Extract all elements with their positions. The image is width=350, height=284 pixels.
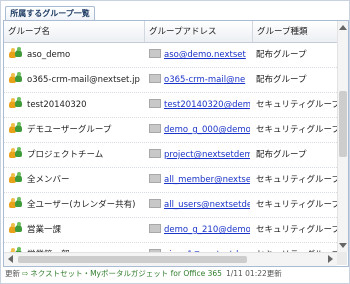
table-row[interactable]: 営業一課 demo_g_210@demo セキュリティグループ [4, 218, 337, 243]
scroll-down-arrow-icon[interactable] [339, 243, 347, 248]
group-name: 全メンバー [27, 175, 70, 185]
group-name-cell[interactable]: デモユーザーグループ [9, 118, 145, 142]
gadget-link[interactable]: ネクストセット・Myポータルガジェット for Office 365 [30, 269, 222, 278]
group-icon [9, 197, 24, 209]
scroll-right-arrow-icon[interactable] [328, 255, 333, 263]
group-name: 営業一課 [27, 225, 62, 235]
group-name: デモユーザーグループ [27, 125, 112, 135]
table-row[interactable]: test20140320 test20140320@dem セキュリティグループ [4, 93, 337, 118]
group-icon [9, 172, 24, 184]
group-icon [9, 72, 24, 84]
table-row[interactable]: 全メンバー all_member@nextse セキュリティグループ [4, 168, 337, 193]
group-address-cell: all_users@nextsetde [149, 193, 250, 217]
group-type-cell: セキュリティグループ [256, 125, 337, 135]
group-name-cell[interactable]: aso_demo [9, 43, 145, 67]
group-type-cell: 配布グループ [256, 75, 307, 85]
group-name: 全ユーザー(カレンダー共有) [27, 200, 136, 210]
group-type-cell: セキュリティグループ [256, 200, 337, 210]
update-label[interactable]: 更新 [5, 269, 20, 278]
group-type-cell: 配布グループ [256, 150, 307, 160]
group-table-panel: グループ名 グループアドレス グループ種類 aso_demo aso@demo.n… [3, 20, 349, 267]
scroll-left-arrow-icon[interactable] [8, 255, 13, 263]
tab-group-list[interactable]: 所属するグループ一覧 [5, 6, 95, 21]
group-address-link[interactable]: o365-crm-mail@ne [164, 75, 245, 85]
table-body: aso_demo aso@demo.nextset 配布グループ o365-crm-m… [4, 43, 337, 266]
table-row[interactable]: 全ユーザー(カレンダー共有) all_users@nextsetde セキュリティグ… [4, 193, 337, 218]
group-address-cell: test20140320@dem [149, 93, 250, 117]
group-type-cell: セキュリティグループ [256, 225, 337, 235]
horizontal-scrollbar[interactable] [4, 252, 337, 266]
group-name-cell[interactable]: 全ユーザー(カレンダー共有) [9, 193, 145, 217]
group-icon [9, 122, 24, 134]
arrow-right-icon: ⇨ [22, 269, 29, 278]
table-header: グループ名 グループアドレス グループ種類 [4, 21, 337, 43]
table-row[interactable]: aso_demo aso@demo.nextset 配布グループ [4, 43, 337, 68]
horizontal-scroll-thumb[interactable] [18, 256, 247, 263]
mail-icon [149, 149, 161, 158]
vertical-scroll-thumb[interactable] [339, 91, 347, 157]
table-row[interactable]: デモユーザーグループ demo_g_000@demo セキュリティグループ [4, 118, 337, 143]
group-address-link[interactable]: all_member@nextse [164, 175, 250, 185]
mail-icon [149, 224, 161, 233]
group-icon [9, 222, 24, 234]
group-address-cell: aso@demo.nextset [149, 43, 250, 67]
mail-icon [149, 49, 161, 58]
table-row[interactable]: プロジェクトチーム project@nextsetdem 配布グループ [4, 143, 337, 168]
mail-icon [149, 199, 161, 208]
mail-icon [149, 124, 161, 133]
vertical-scrollbar[interactable] [337, 21, 348, 252]
group-name-cell[interactable]: test20140320 [9, 93, 145, 117]
group-name-cell[interactable]: o365-crm-mail@nextset.jp [9, 68, 145, 92]
group-address-link[interactable]: all_users@nextsetde [164, 200, 250, 210]
group-name-cell[interactable]: プロジェクトチーム [9, 143, 145, 167]
gadget-footer: 更新 ⇨ ネクストセット・Myポータルガジェット for Office 365 1/1… [5, 268, 282, 280]
group-type-cell: セキュリティグループ [256, 100, 337, 110]
group-address-link[interactable]: aso@demo.nextset [164, 50, 246, 60]
group-address-cell: demo_g_000@demo [149, 118, 250, 142]
scroll-up-arrow-icon[interactable] [339, 25, 347, 30]
mail-icon [149, 74, 161, 83]
gadget-frame: 所属するグループ一覧 グループ名 グループアドレス グループ種類 aso_dem… [0, 0, 350, 284]
column-header-group-address[interactable]: グループアドレス [145, 21, 253, 42]
group-address-cell: demo_g_210@demo [149, 218, 250, 242]
group-name-cell[interactable]: 全メンバー [9, 168, 145, 192]
group-address-link[interactable]: demo_g_210@demo [164, 225, 250, 235]
group-icon [9, 97, 24, 109]
group-name: test20140320 [27, 100, 87, 110]
group-name: aso_demo [27, 50, 71, 60]
group-name: o365-crm-mail@nextset.jp [27, 75, 140, 85]
mail-icon [149, 174, 161, 183]
group-address-link[interactable]: test20140320@dem [164, 100, 250, 110]
table-row[interactable]: o365-crm-mail@nextset.jp o365-crm-mail@ne… [4, 68, 337, 93]
group-address-link[interactable]: demo_g_000@demo [164, 125, 250, 135]
group-address-link[interactable]: project@nextsetdem [164, 150, 250, 160]
column-header-group-name[interactable]: グループ名 [4, 21, 145, 42]
group-name-cell[interactable]: 営業一課 [9, 218, 145, 242]
group-icon [9, 147, 24, 159]
group-icon [9, 47, 24, 59]
group-type-cell: 配布グループ [256, 50, 307, 60]
column-header-group-type[interactable]: グループ種類 [253, 21, 337, 42]
group-address-cell: o365-crm-mail@ne [149, 68, 250, 92]
group-address-cell: all_member@nextse [149, 168, 250, 192]
group-name: プロジェクトチーム [27, 150, 104, 160]
update-timestamp: 1/11 01:22更新 [225, 269, 282, 278]
group-address-cell: project@nextsetdem [149, 143, 250, 167]
group-type-cell: セキュリティグループ [256, 175, 337, 185]
scrollbar-corner [337, 252, 347, 265]
mail-icon [149, 99, 161, 108]
